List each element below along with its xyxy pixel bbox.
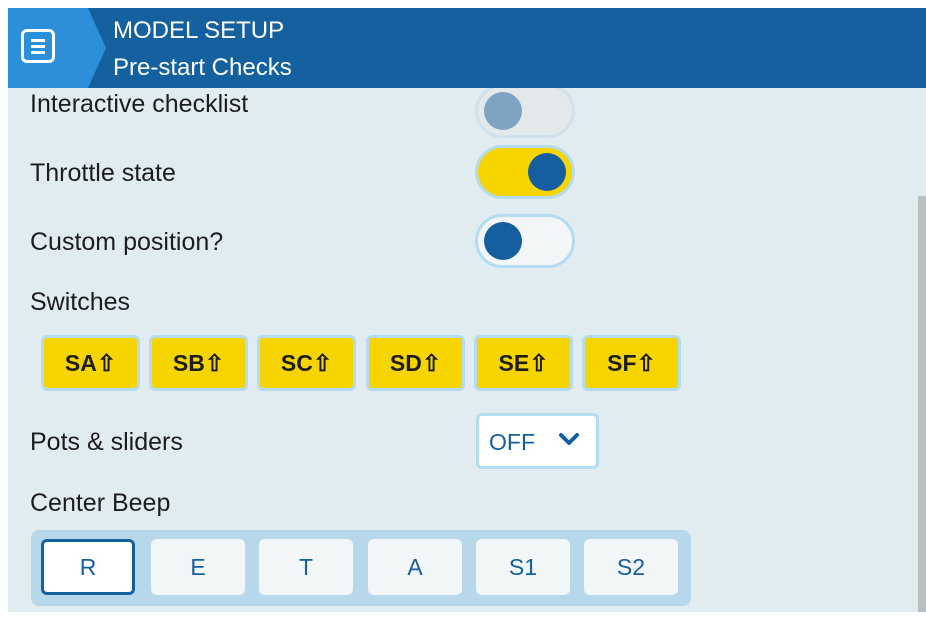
custom-position-label: Custom position?	[30, 228, 224, 256]
switch-sf-button[interactable]: SF⇧	[582, 335, 681, 391]
switch-sa-button[interactable]: SA⇧	[41, 335, 140, 391]
beep-r-button[interactable]: R	[41, 539, 135, 595]
beep-a-button[interactable]: A	[368, 539, 462, 595]
interactive-checklist-toggle[interactable]	[475, 84, 575, 138]
switch-sd-button[interactable]: SD⇧	[366, 335, 465, 391]
pots-sliders-dropdown[interactable]: OFF	[476, 413, 599, 469]
beep-s2-button[interactable]: S2	[584, 539, 678, 595]
header-overlay: MODEL SETUP Pre-start Checks	[8, 8, 926, 88]
interactive-checklist-label: Interactive checklist	[30, 90, 249, 118]
scrollbar[interactable]	[918, 196, 926, 612]
beep-e-button[interactable]: E	[151, 539, 245, 595]
toggle-knob	[484, 92, 522, 130]
center-beep-label: Center Beep	[30, 489, 171, 517]
menu-list-icon	[21, 29, 55, 63]
menu-button-overlay[interactable]	[8, 8, 106, 88]
switch-se-button[interactable]: SE⇧	[474, 335, 573, 391]
throttle-state-toggle[interactable]	[475, 145, 575, 199]
chevron-down-icon	[559, 433, 579, 445]
page-title-overlay: MODEL SETUP	[113, 17, 285, 44]
center-beep-group: R E T A S1 S2	[31, 530, 691, 606]
custom-position-toggle[interactable]	[475, 214, 575, 268]
pots-sliders-label: Pots & sliders	[30, 428, 183, 456]
throttle-state-label: Throttle state	[30, 159, 176, 187]
beep-s1-button[interactable]: S1	[476, 539, 570, 595]
switch-sc-button[interactable]: SC⇧	[257, 335, 356, 391]
toggle-knob	[484, 222, 522, 260]
dropdown-value: OFF	[489, 429, 535, 455]
switch-sb-button[interactable]: SB⇧	[149, 335, 248, 391]
toggle-knob	[528, 153, 566, 191]
beep-t-button[interactable]: T	[259, 539, 353, 595]
page-subtitle-overlay: Pre-start Checks	[113, 54, 292, 81]
switches-label: Switches	[30, 288, 131, 316]
screen: MODEL SETUP Pre-start Checks Interactive…	[8, 8, 926, 612]
